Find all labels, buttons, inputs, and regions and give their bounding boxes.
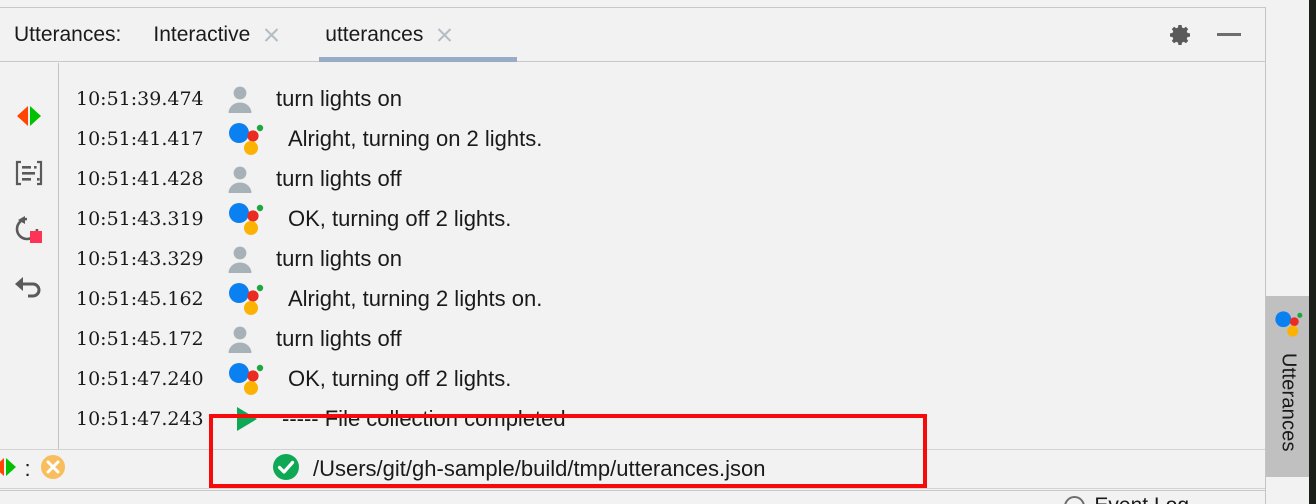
tool-window-title: Utterances:: [14, 22, 122, 46]
tab-selected-indicator: [319, 57, 518, 62]
undo-arrow-icon[interactable]: [12, 270, 46, 304]
list-item[interactable]: 10:51:45.172 turn lights off: [59, 319, 1265, 359]
person-icon: [226, 324, 264, 354]
row-timestamp: 10:51:43.319: [76, 208, 204, 230]
google-assistant-icon: [226, 362, 264, 396]
list-item[interactable]: 10:51:43.319 OK, turning off 2 lights.: [59, 199, 1265, 239]
rerun-stop-icon[interactable]: [12, 213, 46, 247]
row-text: Alright, turning on 2 lights.: [288, 126, 543, 151]
list-item[interactable]: 10:51:41.428 turn lights off: [59, 159, 1265, 199]
event-log-label: Event Log: [1094, 494, 1189, 504]
status-separator: :: [24, 456, 31, 481]
right-tool-stripe: Utterances: [1265, 7, 1309, 504]
list-item[interactable]: 10:51:47.243 ----- File collection compl…: [59, 399, 1265, 439]
minimize-icon[interactable]: [1217, 33, 1241, 36]
sidebar-item-utterances[interactable]: Utterances: [1266, 296, 1309, 477]
console-status-row: : /Users/git/gh-sample/build/tmp/utteran…: [0, 449, 1265, 489]
close-icon[interactable]: [263, 26, 280, 43]
list-item[interactable]: 10:51:43.329 turn lights on: [59, 239, 1265, 279]
row-text: Alright, turning 2 lights on.: [288, 286, 543, 311]
google-assistant-icon: [1273, 310, 1303, 343]
google-assistant-icon: [226, 282, 264, 316]
row-timestamp: 10:51:45.172: [76, 328, 204, 350]
row-text: turn lights on: [276, 246, 402, 271]
orange-error-circle-icon[interactable]: [40, 454, 66, 485]
row-timestamp: 10:51:47.243: [76, 408, 204, 430]
tab-utterances-label: utterances: [325, 22, 424, 46]
list-item[interactable]: 10:51:47.240 OK, turning off 2 lights.: [59, 359, 1265, 399]
row-text: turn lights off: [276, 326, 402, 351]
utterances-tool-window: Utterances: Interactive utterances 10:51…: [0, 0, 1309, 504]
close-icon[interactable]: [436, 26, 453, 43]
tab-interactive-label: Interactive: [153, 22, 251, 46]
google-assistant-icon: [226, 122, 264, 156]
green-play-icon: [226, 405, 264, 433]
tab-interactive[interactable]: Interactive: [145, 7, 288, 62]
row-text: OK, turning off 2 lights.: [288, 206, 512, 231]
row-timestamp: 10:51:41.428: [76, 168, 204, 190]
left-right-arrows-icon[interactable]: [12, 99, 46, 133]
row-timestamp: 10:51:41.417: [76, 128, 204, 150]
list-item[interactable]: 10:51:39.474 turn lights on: [59, 79, 1265, 119]
row-timestamp: 10:51:43.329: [76, 248, 204, 270]
soft-wrap-icon[interactable]: [12, 156, 46, 190]
console-output[interactable]: 10:51:39.474 turn lights on 10:51:41.417: [58, 63, 1265, 449]
row-timestamp: 10:51:45.162: [76, 288, 204, 310]
tab-utterances[interactable]: utterances: [317, 7, 518, 62]
circle-icon: [1064, 495, 1086, 504]
row-text: OK, turning off 2 lights.: [288, 366, 512, 391]
console-toolbar: [0, 63, 58, 449]
row-timestamp: 10:51:47.240: [76, 368, 204, 390]
result-file-path-text: /Users/git/gh-sample/build/tmp/utterance…: [313, 456, 766, 481]
person-icon: [226, 244, 264, 274]
event-log-button[interactable]: Event Log: [1064, 494, 1189, 504]
row-text: turn lights off: [276, 166, 402, 191]
google-assistant-icon: [226, 202, 264, 236]
row-text: turn lights on: [276, 86, 402, 111]
list-item[interactable]: 10:51:45.162 Alright, turning 2 lights o…: [59, 279, 1265, 319]
event-log-bar: Event Log: [0, 490, 1265, 504]
tab-bar-controls: [1169, 23, 1265, 47]
list-item[interactable]: 10:51:41.417 Alright, turning on 2 light…: [59, 119, 1265, 159]
gear-icon[interactable]: [1169, 23, 1193, 47]
left-right-arrows-icon[interactable]: [0, 456, 18, 483]
status-left-controls: :: [0, 454, 65, 485]
green-check-circle-icon: [272, 453, 300, 486]
tab-bar: Utterances: Interactive utterances: [0, 7, 1265, 62]
utterance-rows: 10:51:39.474 turn lights on 10:51:41.417: [59, 79, 1265, 439]
row-timestamp: 10:51:39.474: [76, 88, 204, 110]
row-text: ----- File collection completed: [282, 406, 566, 431]
person-icon: [226, 164, 264, 194]
result-file-path[interactable]: /Users/git/gh-sample/build/tmp/utterance…: [272, 453, 765, 486]
sidebar-item-label: Utterances: [1277, 353, 1300, 452]
person-icon: [226, 84, 264, 114]
